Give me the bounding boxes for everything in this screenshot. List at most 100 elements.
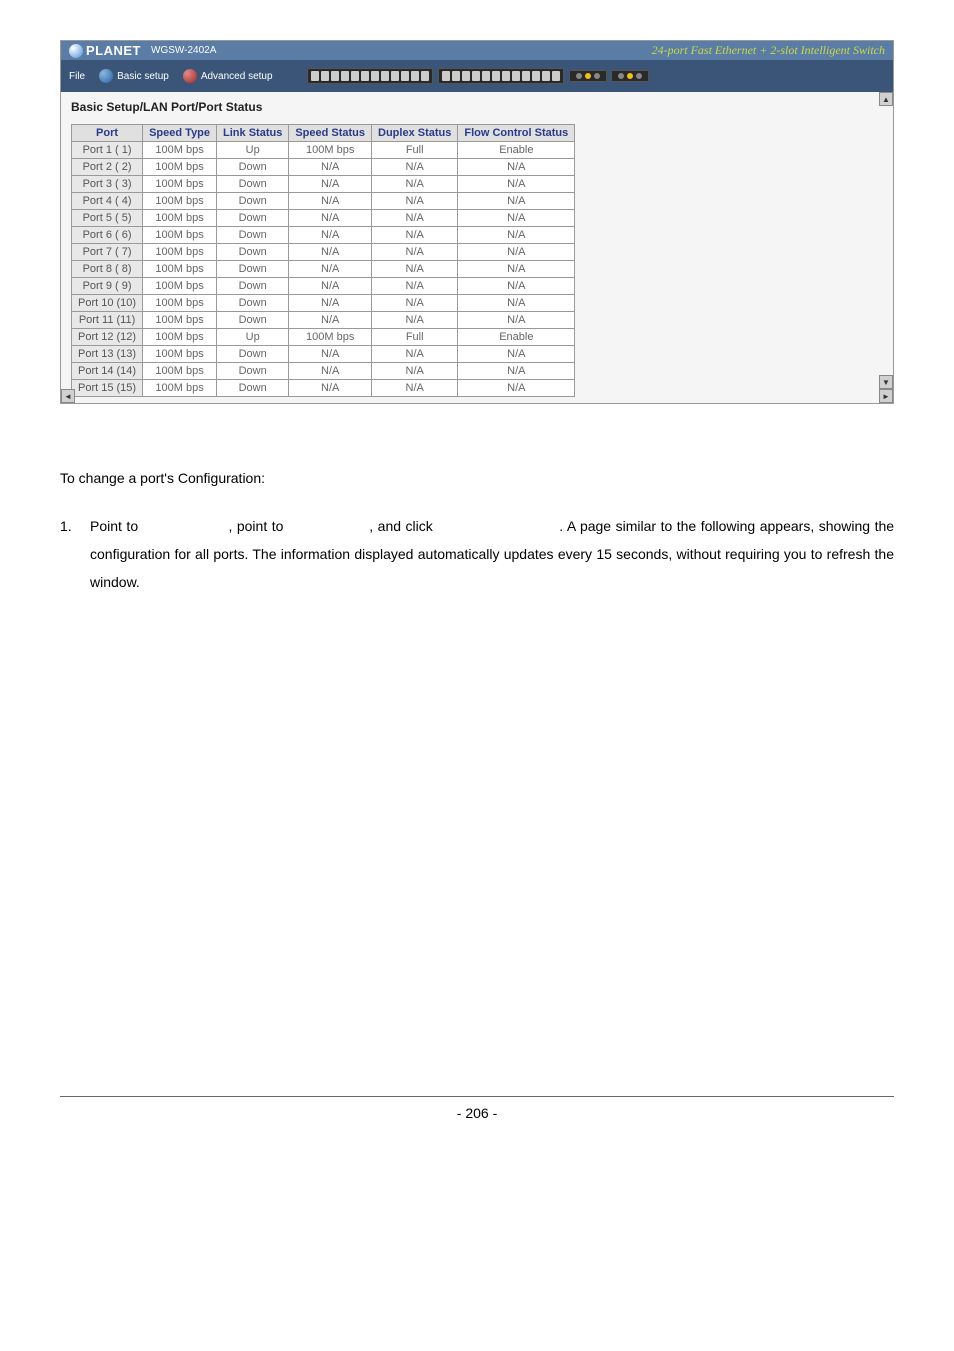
step-body: Point to , point to , and click . A page… [90,512,894,596]
table-header-cell: Duplex Status [372,125,458,142]
table-cell: N/A [458,261,575,278]
table-cell: N/A [458,227,575,244]
table-cell: Port 3 ( 3) [72,176,143,193]
table-cell: Port 11 (11) [72,312,143,329]
table-cell: N/A [372,261,458,278]
table-cell: Port 9 ( 9) [72,278,143,295]
table-cell: Down [217,312,289,329]
table-cell: Port 5 ( 5) [72,210,143,227]
table-cell: N/A [372,159,458,176]
table-cell: Down [217,244,289,261]
scroll-down-button[interactable]: ▼ [879,375,893,389]
table-cell: Down [217,346,289,363]
nav-basic-setup[interactable]: Basic setup [99,69,169,83]
table-cell: N/A [289,176,372,193]
scroll-right-button[interactable]: ► [879,389,893,403]
table-row: Port 11 (11)100M bpsDownN/AN/AN/A [72,312,575,329]
table-cell: Down [217,227,289,244]
table-header-row: PortSpeed TypeLink StatusSpeed StatusDup… [72,125,575,142]
table-cell: 100M bps [143,312,217,329]
model-text: WGSW-2402A [151,45,216,56]
table-cell: 100M bps [143,363,217,380]
table-cell: N/A [372,346,458,363]
table-cell: 100M bps [143,176,217,193]
table-cell: 100M bps [143,193,217,210]
table-cell: Port 14 (14) [72,363,143,380]
table-cell: 100M bps [143,261,217,278]
table-cell: N/A [289,159,372,176]
table-cell: Port 10 (10) [72,295,143,312]
table-row: Port 15 (15)100M bpsDownN/AN/AN/A [72,380,575,397]
table-cell: N/A [372,227,458,244]
blue-dot-icon [99,69,113,83]
instructions-title: To change a port's Configuration: [60,464,894,492]
table-row: Port 2 ( 2)100M bpsDownN/AN/AN/A [72,159,575,176]
table-cell: N/A [458,176,575,193]
page-number: - 206 - [457,1105,497,1121]
table-header-cell: Speed Status [289,125,372,142]
table-row: Port 4 ( 4)100M bpsDownN/AN/AN/A [72,193,575,210]
table-cell: N/A [289,227,372,244]
table-cell: Enable [458,142,575,159]
nav-bar: File Basic setup Advanced setup [61,60,893,92]
table-cell: N/A [372,278,458,295]
table-cell: Port 8 ( 8) [72,261,143,278]
table-cell: Port 1 ( 1) [72,142,143,159]
table-cell: N/A [372,295,458,312]
tagline: 24-port Fast Ethernet + 2-slot Intellige… [652,43,885,58]
table-row: Port 3 ( 3)100M bpsDownN/AN/AN/A [72,176,575,193]
step-number: 1. [60,512,90,596]
table-header-cell: Flow Control Status [458,125,575,142]
table-cell: N/A [289,346,372,363]
table-cell: N/A [372,244,458,261]
table-cell: N/A [458,312,575,329]
table-cell: 100M bps [143,278,217,295]
table-cell: 100M bps [143,380,217,397]
status-lights [569,70,649,82]
table-row: Port 12 (12)100M bpsUp100M bpsFullEnable [72,329,575,346]
table-cell: 100M bps [289,142,372,159]
scroll-left-button[interactable]: ◄ [61,389,75,403]
table-cell: Port 15 (15) [72,380,143,397]
table-cell: N/A [289,244,372,261]
table-row: Port 13 (13)100M bpsDownN/AN/AN/A [72,346,575,363]
table-cell: 100M bps [143,210,217,227]
table-cell: Port 13 (13) [72,346,143,363]
table-row: Port 7 ( 7)100M bpsDownN/AN/AN/A [72,244,575,261]
table-cell: Port 7 ( 7) [72,244,143,261]
table-row: Port 1 ( 1)100M bpsUp100M bpsFullEnable [72,142,575,159]
table-cell: N/A [289,380,372,397]
nav-file[interactable]: File [69,71,85,82]
table-cell: 100M bps [143,244,217,261]
nav-advanced-setup[interactable]: Advanced setup [183,69,273,83]
instructions: To change a port's Configuration: 1. Poi… [60,464,894,596]
table-cell: N/A [289,278,372,295]
table-cell: N/A [458,244,575,261]
table-cell: Up [217,142,289,159]
table-cell: Down [217,295,289,312]
table-cell: 100M bps [143,142,217,159]
scroll-up-button[interactable]: ▲ [879,92,893,106]
table-header-cell: Link Status [217,125,289,142]
table-cell: N/A [372,176,458,193]
table-cell: Up [217,329,289,346]
brand-logo: PLANET [69,43,141,58]
content-area: ▲ Basic Setup/LAN Port/Port Status PortS… [61,92,893,403]
table-cell: N/A [458,363,575,380]
red-dot-icon [183,69,197,83]
port-panel-1 [307,68,433,84]
section-title: Basic Setup/LAN Port/Port Status [71,100,883,114]
table-row: Port 5 ( 5)100M bpsDownN/AN/AN/A [72,210,575,227]
table-cell: Down [217,380,289,397]
table-row: Port 6 ( 6)100M bpsDownN/AN/AN/A [72,227,575,244]
port-led-panels [307,68,564,84]
table-cell: N/A [458,193,575,210]
app-screenshot: PLANET WGSW-2402A 24-port Fast Ethernet … [60,40,894,404]
table-cell: N/A [458,295,575,312]
table-cell: 100M bps [143,159,217,176]
table-cell: Down [217,176,289,193]
table-cell: N/A [372,210,458,227]
table-cell: N/A [289,210,372,227]
table-row: Port 14 (14)100M bpsDownN/AN/AN/A [72,363,575,380]
table-cell: N/A [372,380,458,397]
